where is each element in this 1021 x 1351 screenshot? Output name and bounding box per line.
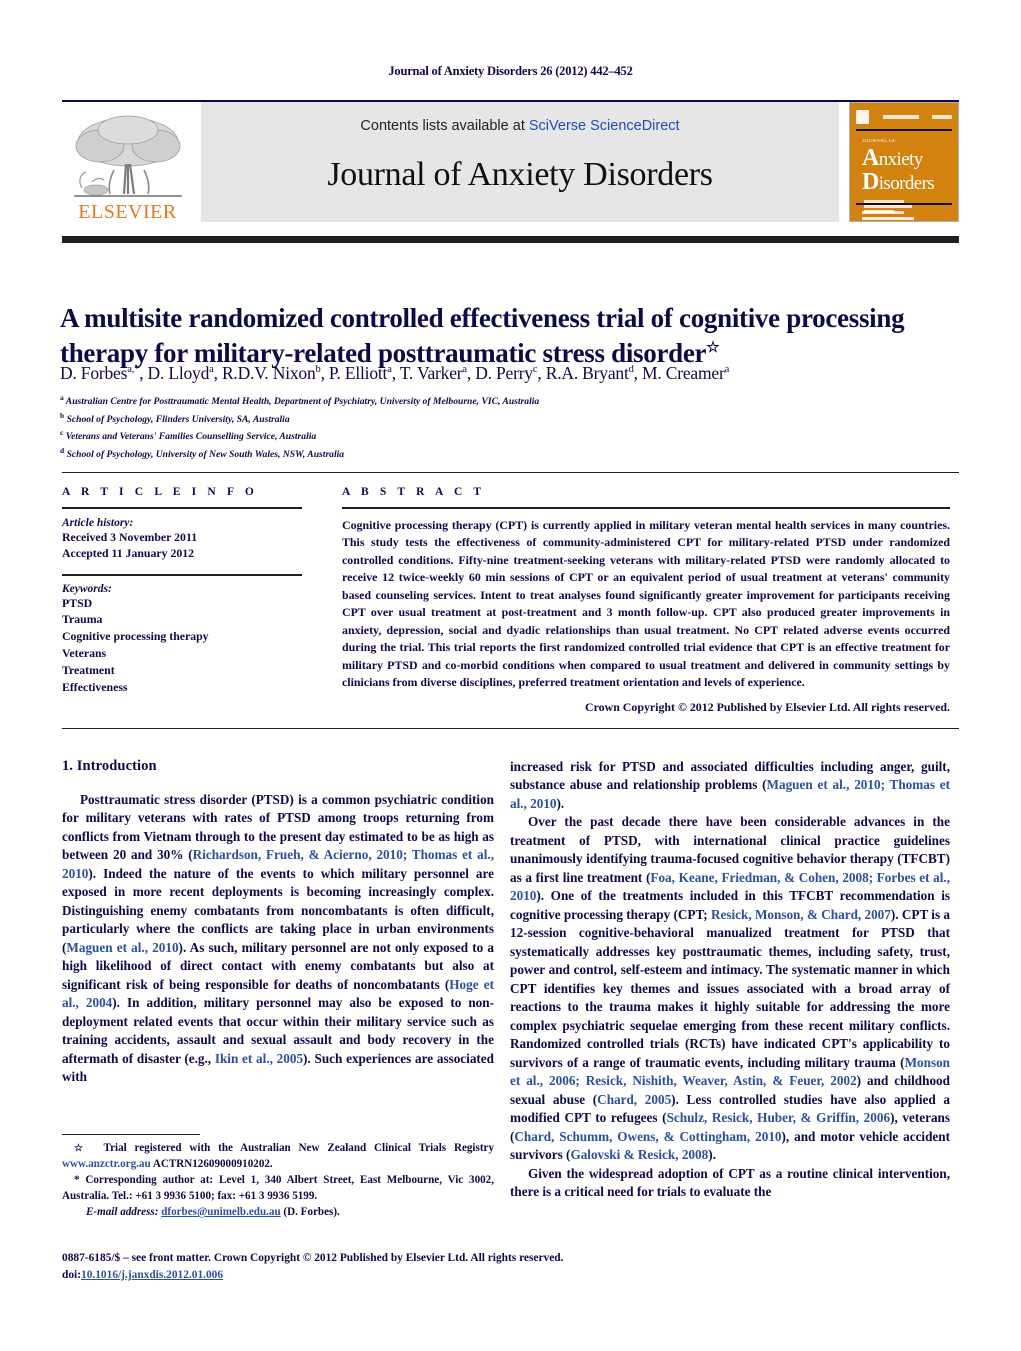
masthead-bottom-bar xyxy=(62,236,959,243)
contents-available-line: Contents lists available at SciVerse Sci… xyxy=(360,118,679,134)
affiliation-list: a Australian Centre for Posttraumatic Me… xyxy=(60,392,760,463)
keywords-divider xyxy=(62,574,302,576)
cover-footer-line3 xyxy=(864,210,894,213)
elsevier-wordmark: ELSEVIER xyxy=(78,201,177,223)
paper-page: Journal of Anxiety Disorders 26 (2012) 4… xyxy=(0,0,1021,1351)
section-heading-introduction: 1. Introduction xyxy=(62,758,157,774)
cover-issn-text xyxy=(932,115,952,119)
journal-title: Journal of Anxiety Disorders xyxy=(327,156,713,193)
article-info-divider xyxy=(62,507,302,509)
article-info-column: A R T I C L E I N F O Article history: R… xyxy=(62,486,302,696)
abstract-copyright: Crown Copyright © 2012 Published by Else… xyxy=(585,699,950,714)
cover-footer-line2 xyxy=(864,205,912,208)
cover-title: JOURNAL OF Anxiety Disorders xyxy=(862,139,952,194)
body-column-left: 1. Introduction Posttraumatic stress dis… xyxy=(62,758,494,1087)
affiliation-item: b School of Psychology, Flinders Univers… xyxy=(60,410,290,425)
abstract-band-top-rule xyxy=(62,472,959,473)
keyword-item: Veterans xyxy=(62,646,107,661)
keywords-label: Keywords: xyxy=(62,582,112,595)
abstract-band-bottom-rule xyxy=(62,728,959,729)
abstract-heading: A B S T R A C T xyxy=(342,486,486,498)
cover-header-text xyxy=(882,115,919,119)
cover-editor-name-line xyxy=(862,217,914,220)
doi-label: doi: xyxy=(62,1269,81,1282)
footnote-email: E-mail address: dforbes@unimelb.edu.au (… xyxy=(62,1205,494,1221)
article-info-heading: A R T I C L E I N F O xyxy=(62,486,258,498)
keyword-item: Treatment xyxy=(62,662,115,677)
keyword-item: Cognitive processing therapy xyxy=(62,629,209,644)
email-owner-text: (D. Forbes). xyxy=(283,1206,340,1219)
elsevier-tree-icon xyxy=(68,112,188,204)
cover-elsevier-mark-icon xyxy=(856,110,869,124)
body-paragraph: increased risk for PTSD and associated d… xyxy=(510,759,950,811)
article-history-label: Article history: xyxy=(62,516,134,529)
cover-title-line1: Anxiety xyxy=(862,145,923,171)
cover-footer-line1 xyxy=(864,200,904,203)
issn-front-matter-line: 0887-6185/$ – see front matter. Crown Co… xyxy=(62,1252,564,1264)
title-footnote-marker: ☆ xyxy=(706,339,720,356)
cover-title-line2: Disorders xyxy=(862,169,935,195)
journal-masthead: ELSEVIER Contents lists available at Sci… xyxy=(62,102,959,222)
cover-header-row xyxy=(856,109,952,125)
abstract-text: Cognitive processing therapy (CPT) is cu… xyxy=(342,517,950,690)
footnote-rule xyxy=(62,1134,200,1136)
affiliation-item: a Australian Centre for Posttraumatic Me… xyxy=(60,393,540,408)
abstract-column: A B S T R A C T Cognitive processing the… xyxy=(342,486,950,715)
affiliation-item: d School of Psychology, University of Ne… xyxy=(60,446,345,461)
author-list: D. Forbesa,*, D. Lloyda, R.D.V. Nixonb, … xyxy=(60,363,730,383)
cover-footer-block xyxy=(864,200,912,215)
cover-supertitle: JOURNAL OF xyxy=(862,139,897,144)
journal-cover-thumbnail[interactable]: JOURNAL OF Anxiety Disorders xyxy=(849,102,959,222)
contents-banner: Contents lists available at SciVerse Sci… xyxy=(201,102,839,222)
footnote-block: ☆ Trial registered with the Australian N… xyxy=(62,1141,494,1222)
contents-prefix-text: Contents lists available at xyxy=(360,118,529,134)
keyword-item: Effectiveness xyxy=(62,679,128,694)
email-address-label: E-mail address: xyxy=(86,1206,159,1219)
running-head: Journal of Anxiety Disorders 26 (2012) 4… xyxy=(388,64,633,78)
body-column-right: increased risk for PTSD and associated d… xyxy=(510,758,950,1202)
body-paragraph: Posttraumatic stress disorder (PTSD) is … xyxy=(62,792,494,1085)
abstract-divider xyxy=(342,507,950,509)
article-history-accepted: Accepted 11 January 2012 xyxy=(62,546,195,561)
footnote-corresponding-author: * Corresponding author at: Level 1, 340 … xyxy=(62,1174,494,1202)
affiliation-item: c Veterans and Veterans' Families Counse… xyxy=(60,428,317,443)
article-history-received: Received 3 November 2011 xyxy=(62,529,198,544)
page-title: A multisite randomized controlled effect… xyxy=(60,301,940,370)
elsevier-logo: ELSEVIER xyxy=(62,102,193,222)
keyword-item: PTSD xyxy=(62,595,93,610)
body-paragraph: Over the past decade there have been con… xyxy=(510,814,951,1163)
page-title-text: A multisite randomized controlled effect… xyxy=(60,303,905,368)
keyword-item: Trauma xyxy=(62,612,103,627)
doi-line: doi:10.1016/j.janxdis.2012.01.006 xyxy=(62,1267,762,1284)
doi-link[interactable]: 10.1016/j.janxdis.2012.01.006 xyxy=(81,1269,223,1281)
sciencedirect-link[interactable]: SciVerse ScienceDirect xyxy=(529,118,680,134)
cover-rule-top xyxy=(856,129,952,131)
email-link[interactable]: dforbes@unimelb.edu.au xyxy=(161,1206,280,1218)
body-paragraph: Given the widespread adoption of CPT as … xyxy=(510,1165,950,1200)
footnote-trial-registration: ☆ Trial registered with the Australian N… xyxy=(62,1142,494,1170)
colophon-block: 0887-6185/$ – see front matter. Crown Co… xyxy=(62,1250,762,1284)
